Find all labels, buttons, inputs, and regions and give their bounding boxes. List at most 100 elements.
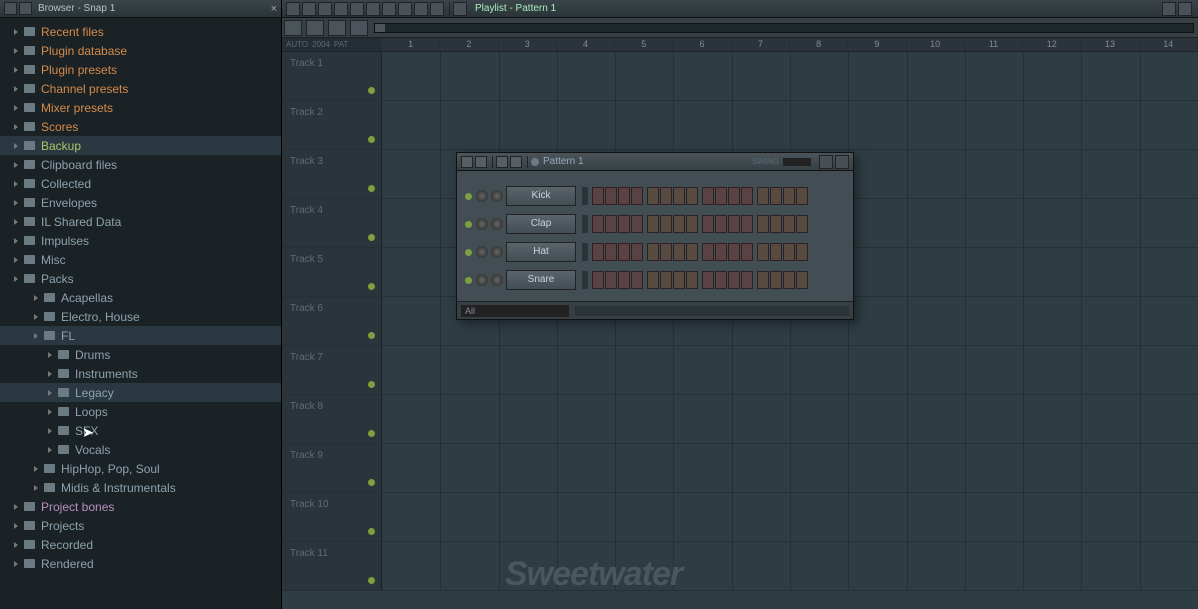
track-mute-led[interactable]	[368, 332, 375, 339]
rack-toggle-button[interactable]	[475, 156, 487, 168]
expand-arrow-icon[interactable]	[14, 124, 20, 130]
track-mute-led[interactable]	[368, 136, 375, 143]
tree-item[interactable]: Plugin presets	[0, 60, 281, 79]
tree-item[interactable]: Loops	[0, 402, 281, 421]
expand-arrow-icon[interactable]	[14, 542, 20, 548]
tree-item[interactable]: Rendered	[0, 554, 281, 573]
ruler-bar-number[interactable]: 5	[615, 38, 673, 51]
step-button[interactable]	[715, 243, 727, 261]
step-button[interactable]	[592, 271, 604, 289]
expand-arrow-icon[interactable]	[14, 276, 20, 282]
rack-titlebar[interactable]: Pattern 1 SWING	[457, 153, 853, 171]
tree-item[interactable]: Envelopes	[0, 193, 281, 212]
playlist-h-scrollbar[interactable]	[374, 23, 1194, 33]
tool-zoom-button[interactable]	[414, 2, 428, 16]
step-button[interactable]	[660, 187, 672, 205]
channel-rack-window[interactable]: Pattern 1 SWING KickClapHatSnare All	[456, 152, 854, 320]
expand-arrow-icon[interactable]	[34, 466, 40, 472]
tree-item[interactable]: Drums	[0, 345, 281, 364]
step-button[interactable]	[796, 187, 808, 205]
track-mute-led[interactable]	[368, 283, 375, 290]
step-button[interactable]	[618, 271, 630, 289]
ruler-bar-number[interactable]: 13	[1081, 38, 1139, 51]
browser-close-button[interactable]: ×	[271, 3, 277, 15]
step-button[interactable]	[728, 243, 740, 261]
step-button[interactable]	[605, 271, 617, 289]
tree-item[interactable]: Backup	[0, 136, 281, 155]
track-header[interactable]: Track 8	[282, 395, 382, 443]
track-header[interactable]: Track 6	[282, 297, 382, 345]
track-mute-led[interactable]	[368, 87, 375, 94]
expand-arrow-icon[interactable]	[14, 143, 20, 149]
step-button[interactable]	[631, 243, 643, 261]
playlist-menu-button[interactable]	[286, 2, 300, 16]
browser-menu-button[interactable]	[19, 2, 32, 15]
tree-item[interactable]: Acapellas	[0, 288, 281, 307]
track-header[interactable]: Track 2	[282, 101, 382, 149]
step-button[interactable]	[673, 271, 685, 289]
ruler-bar-number[interactable]: 14	[1140, 38, 1198, 51]
pan-knob[interactable]	[476, 218, 488, 230]
ruler-bar-number[interactable]: 1	[382, 38, 440, 51]
ruler-bar-number[interactable]: 10	[907, 38, 965, 51]
step-button[interactable]	[715, 271, 727, 289]
ruler-bar-number[interactable]: 12	[1023, 38, 1081, 51]
volume-knob[interactable]	[491, 218, 503, 230]
step-button[interactable]	[770, 215, 782, 233]
expand-arrow-icon[interactable]	[48, 371, 54, 377]
step-button[interactable]	[796, 243, 808, 261]
step-button[interactable]	[728, 215, 740, 233]
expand-arrow-icon[interactable]	[34, 295, 40, 301]
track-header[interactable]: Track 1	[282, 52, 382, 100]
track-mute-led[interactable]	[368, 479, 375, 486]
ruler-bar-number[interactable]: 6	[673, 38, 731, 51]
step-button[interactable]	[660, 271, 672, 289]
step-button[interactable]	[605, 187, 617, 205]
expand-arrow-icon[interactable]	[14, 523, 20, 529]
channel-mute-led[interactable]	[465, 193, 472, 200]
scrollbar-thumb[interactable]	[375, 24, 385, 32]
playlist-maximize-button[interactable]	[1162, 2, 1176, 16]
expand-arrow-icon[interactable]	[48, 390, 54, 396]
tree-item[interactable]: Midis & Instrumentals	[0, 478, 281, 497]
channel-select[interactable]	[582, 187, 588, 205]
channel-button[interactable]: Hat	[506, 242, 576, 262]
track-header[interactable]: Track 7	[282, 346, 382, 394]
step-button[interactable]	[686, 271, 698, 289]
tree-item[interactable]: SFX	[0, 421, 281, 440]
track-mute-led[interactable]	[368, 577, 375, 584]
step-button[interactable]	[702, 215, 714, 233]
swing-slider[interactable]	[783, 158, 811, 166]
tree-item[interactable]: Recent files	[0, 22, 281, 41]
tool-paint-button[interactable]	[318, 2, 332, 16]
tree-item[interactable]: Legacy	[0, 383, 281, 402]
step-button[interactable]	[618, 187, 630, 205]
tree-item[interactable]: Impulses	[0, 231, 281, 250]
ruler-bar-number[interactable]: 3	[499, 38, 557, 51]
step-button[interactable]	[741, 271, 753, 289]
step-button[interactable]	[757, 243, 769, 261]
expand-arrow-icon[interactable]	[14, 219, 20, 225]
channel-filter-dropdown[interactable]: All	[461, 305, 569, 317]
step-button[interactable]	[796, 271, 808, 289]
tree-item[interactable]: Recorded	[0, 535, 281, 554]
ruler-bar-number[interactable]: 2	[440, 38, 498, 51]
tool-playback-button[interactable]	[430, 2, 444, 16]
track-lane[interactable]	[382, 395, 1198, 443]
tool-slice-button[interactable]	[382, 2, 396, 16]
expand-arrow-icon[interactable]	[14, 29, 20, 35]
scroll-start-button[interactable]	[350, 20, 368, 36]
step-button[interactable]	[673, 187, 685, 205]
step-button[interactable]	[686, 243, 698, 261]
keyboard-view-button[interactable]	[835, 155, 849, 169]
rack-undo-button[interactable]	[496, 156, 508, 168]
expand-arrow-icon[interactable]	[34, 485, 40, 491]
track-mute-led[interactable]	[368, 185, 375, 192]
magnet-button[interactable]	[306, 20, 324, 36]
step-button[interactable]	[647, 215, 659, 233]
track-lane[interactable]	[382, 52, 1198, 100]
tree-item[interactable]: Misc	[0, 250, 281, 269]
tree-item[interactable]: Collected	[0, 174, 281, 193]
ruler-bar-number[interactable]: 9	[848, 38, 906, 51]
expand-arrow-icon[interactable]	[14, 67, 20, 73]
